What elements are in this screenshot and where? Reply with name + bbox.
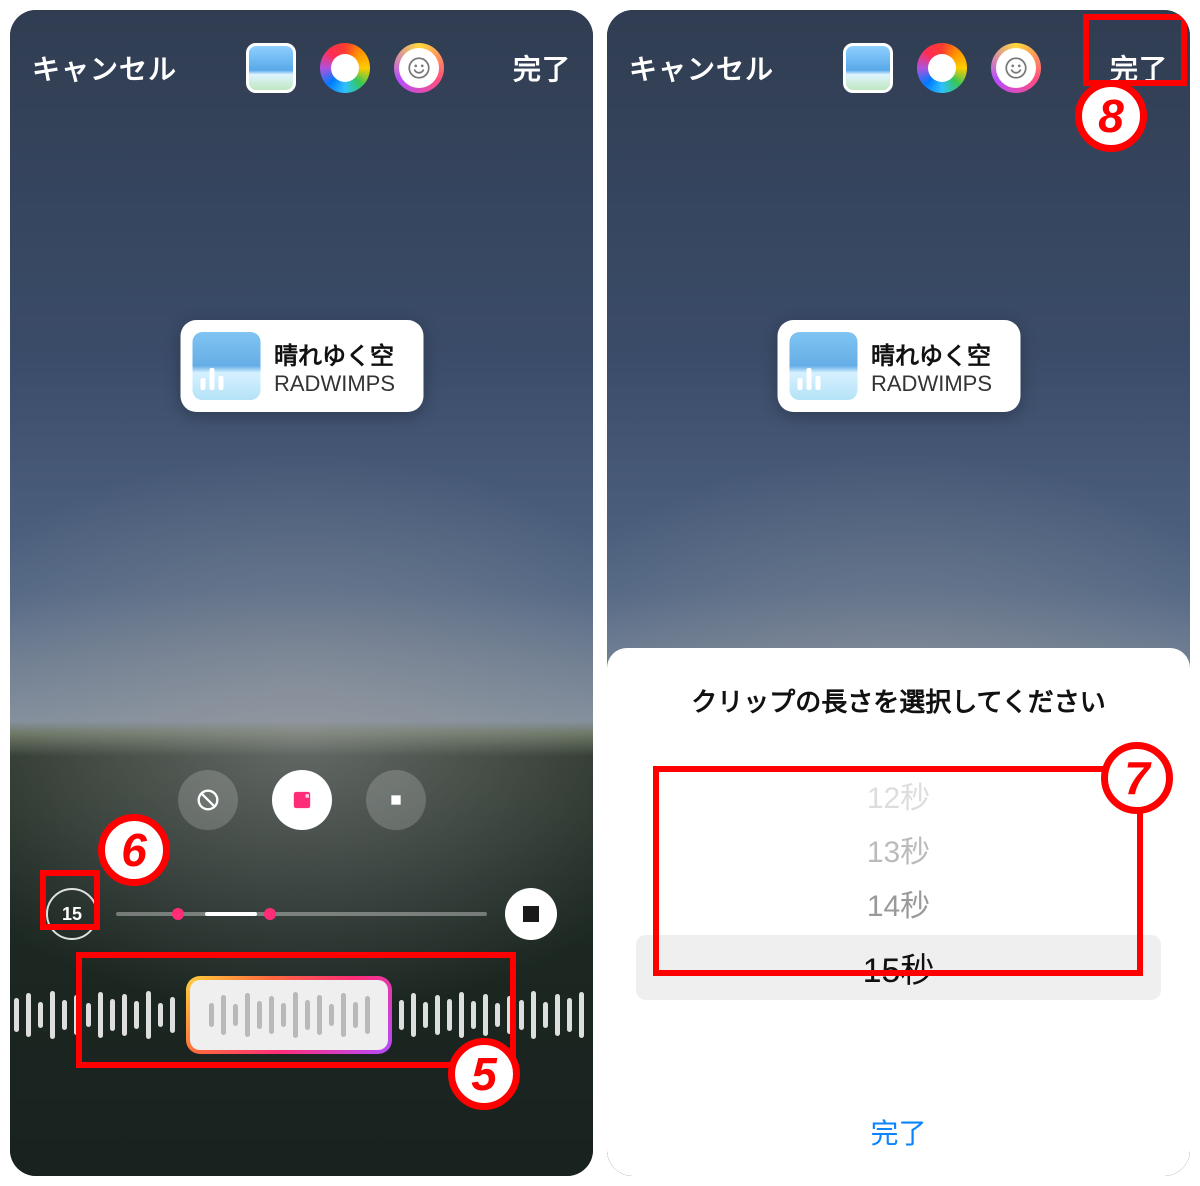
music-title: 晴れゆく空 [274, 336, 395, 371]
selected-clip-window[interactable] [186, 976, 392, 1054]
done-button[interactable]: 完了 [513, 48, 571, 88]
clip-length-sheet: クリップの長さを選択してください 12秒 13秒 14秒 15秒 完了 [607, 648, 1190, 1176]
background-thumbnail-button[interactable] [246, 43, 296, 93]
cancel-button[interactable]: キャンセル [32, 48, 177, 88]
music-cover-art [192, 332, 260, 400]
music-artist: RADWIMPS [871, 371, 992, 397]
editor-topbar: キャンセル 完了 [607, 40, 1190, 96]
equalizer-icon [200, 368, 223, 390]
text-style-button[interactable] [366, 770, 426, 830]
music-waveform-scrubber[interactable] [10, 972, 593, 1058]
display-style-row [10, 770, 593, 830]
seek-row: 15 [46, 888, 557, 940]
editor-topbar: キャンセル 完了 [10, 40, 593, 96]
cancel-button[interactable]: キャンセル [629, 48, 774, 88]
clip-length-picker[interactable]: 12秒 13秒 14秒 15秒 [607, 773, 1190, 1000]
picker-option[interactable]: 12秒 [867, 773, 930, 817]
music-title: 晴れゆく空 [871, 336, 992, 371]
color-picker-button[interactable] [917, 43, 967, 93]
face-filter-button[interactable] [991, 43, 1041, 93]
picker-option[interactable]: 13秒 [867, 827, 930, 871]
background-thumbnail-button[interactable] [843, 43, 893, 93]
music-sticker[interactable]: 晴れゆく空 RADWIMPS [777, 320, 1020, 412]
equalizer-icon [797, 368, 820, 390]
stop-button[interactable] [505, 888, 557, 940]
color-picker-button[interactable] [320, 43, 370, 93]
sheet-done-button[interactable]: 完了 [870, 1112, 926, 1152]
music-artist: RADWIMPS [274, 371, 395, 397]
music-sticker[interactable]: 晴れゆく空 RADWIMPS [180, 320, 423, 412]
progress-track[interactable] [116, 912, 487, 916]
face-filter-button[interactable] [394, 43, 444, 93]
sheet-title: クリップの長さを選択してください [691, 682, 1105, 719]
picker-option[interactable]: 14秒 [867, 881, 930, 925]
lyrics-off-button[interactable] [178, 770, 238, 830]
phone-right: キャンセル 完了 晴れゆく空 RADWIMPS クリップの長さを選択してください… [607, 10, 1190, 1176]
done-button[interactable]: 完了 [1110, 48, 1168, 88]
clip-length-button[interactable]: 15 [46, 888, 98, 940]
phone-left: キャンセル 完了 晴れゆく空 RADWIMPS 15 [10, 10, 593, 1176]
picker-option-selected[interactable]: 15秒 [636, 935, 1161, 1000]
music-cover-art [789, 332, 857, 400]
album-art-style-button[interactable] [272, 770, 332, 830]
